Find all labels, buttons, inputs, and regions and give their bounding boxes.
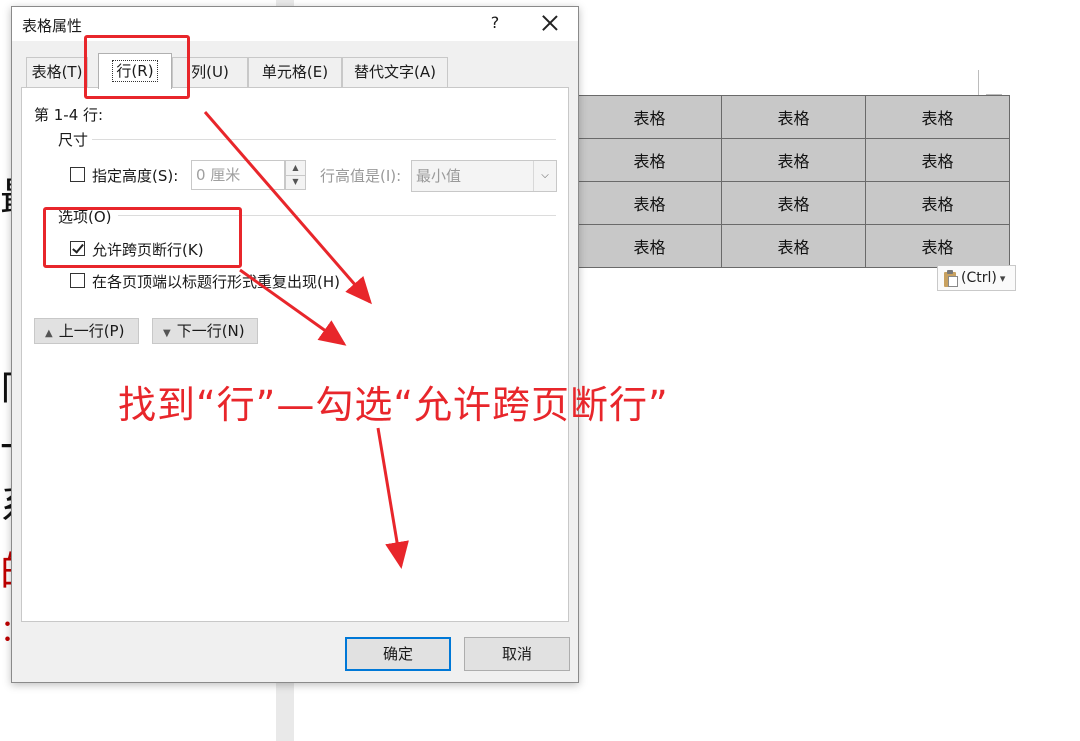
tab-label: 行(R) <box>112 60 158 82</box>
annotation-arrows <box>203 111 409 569</box>
annotation-arrow <box>239 268 347 346</box>
annotation-arrow <box>203 111 372 305</box>
annotation-instruction: 找到“行”—勾选“允许跨页断行” <box>118 383 669 427</box>
annotation-arrow <box>376 427 409 569</box>
tab-row[interactable]: 行(R) <box>98 53 172 89</box>
